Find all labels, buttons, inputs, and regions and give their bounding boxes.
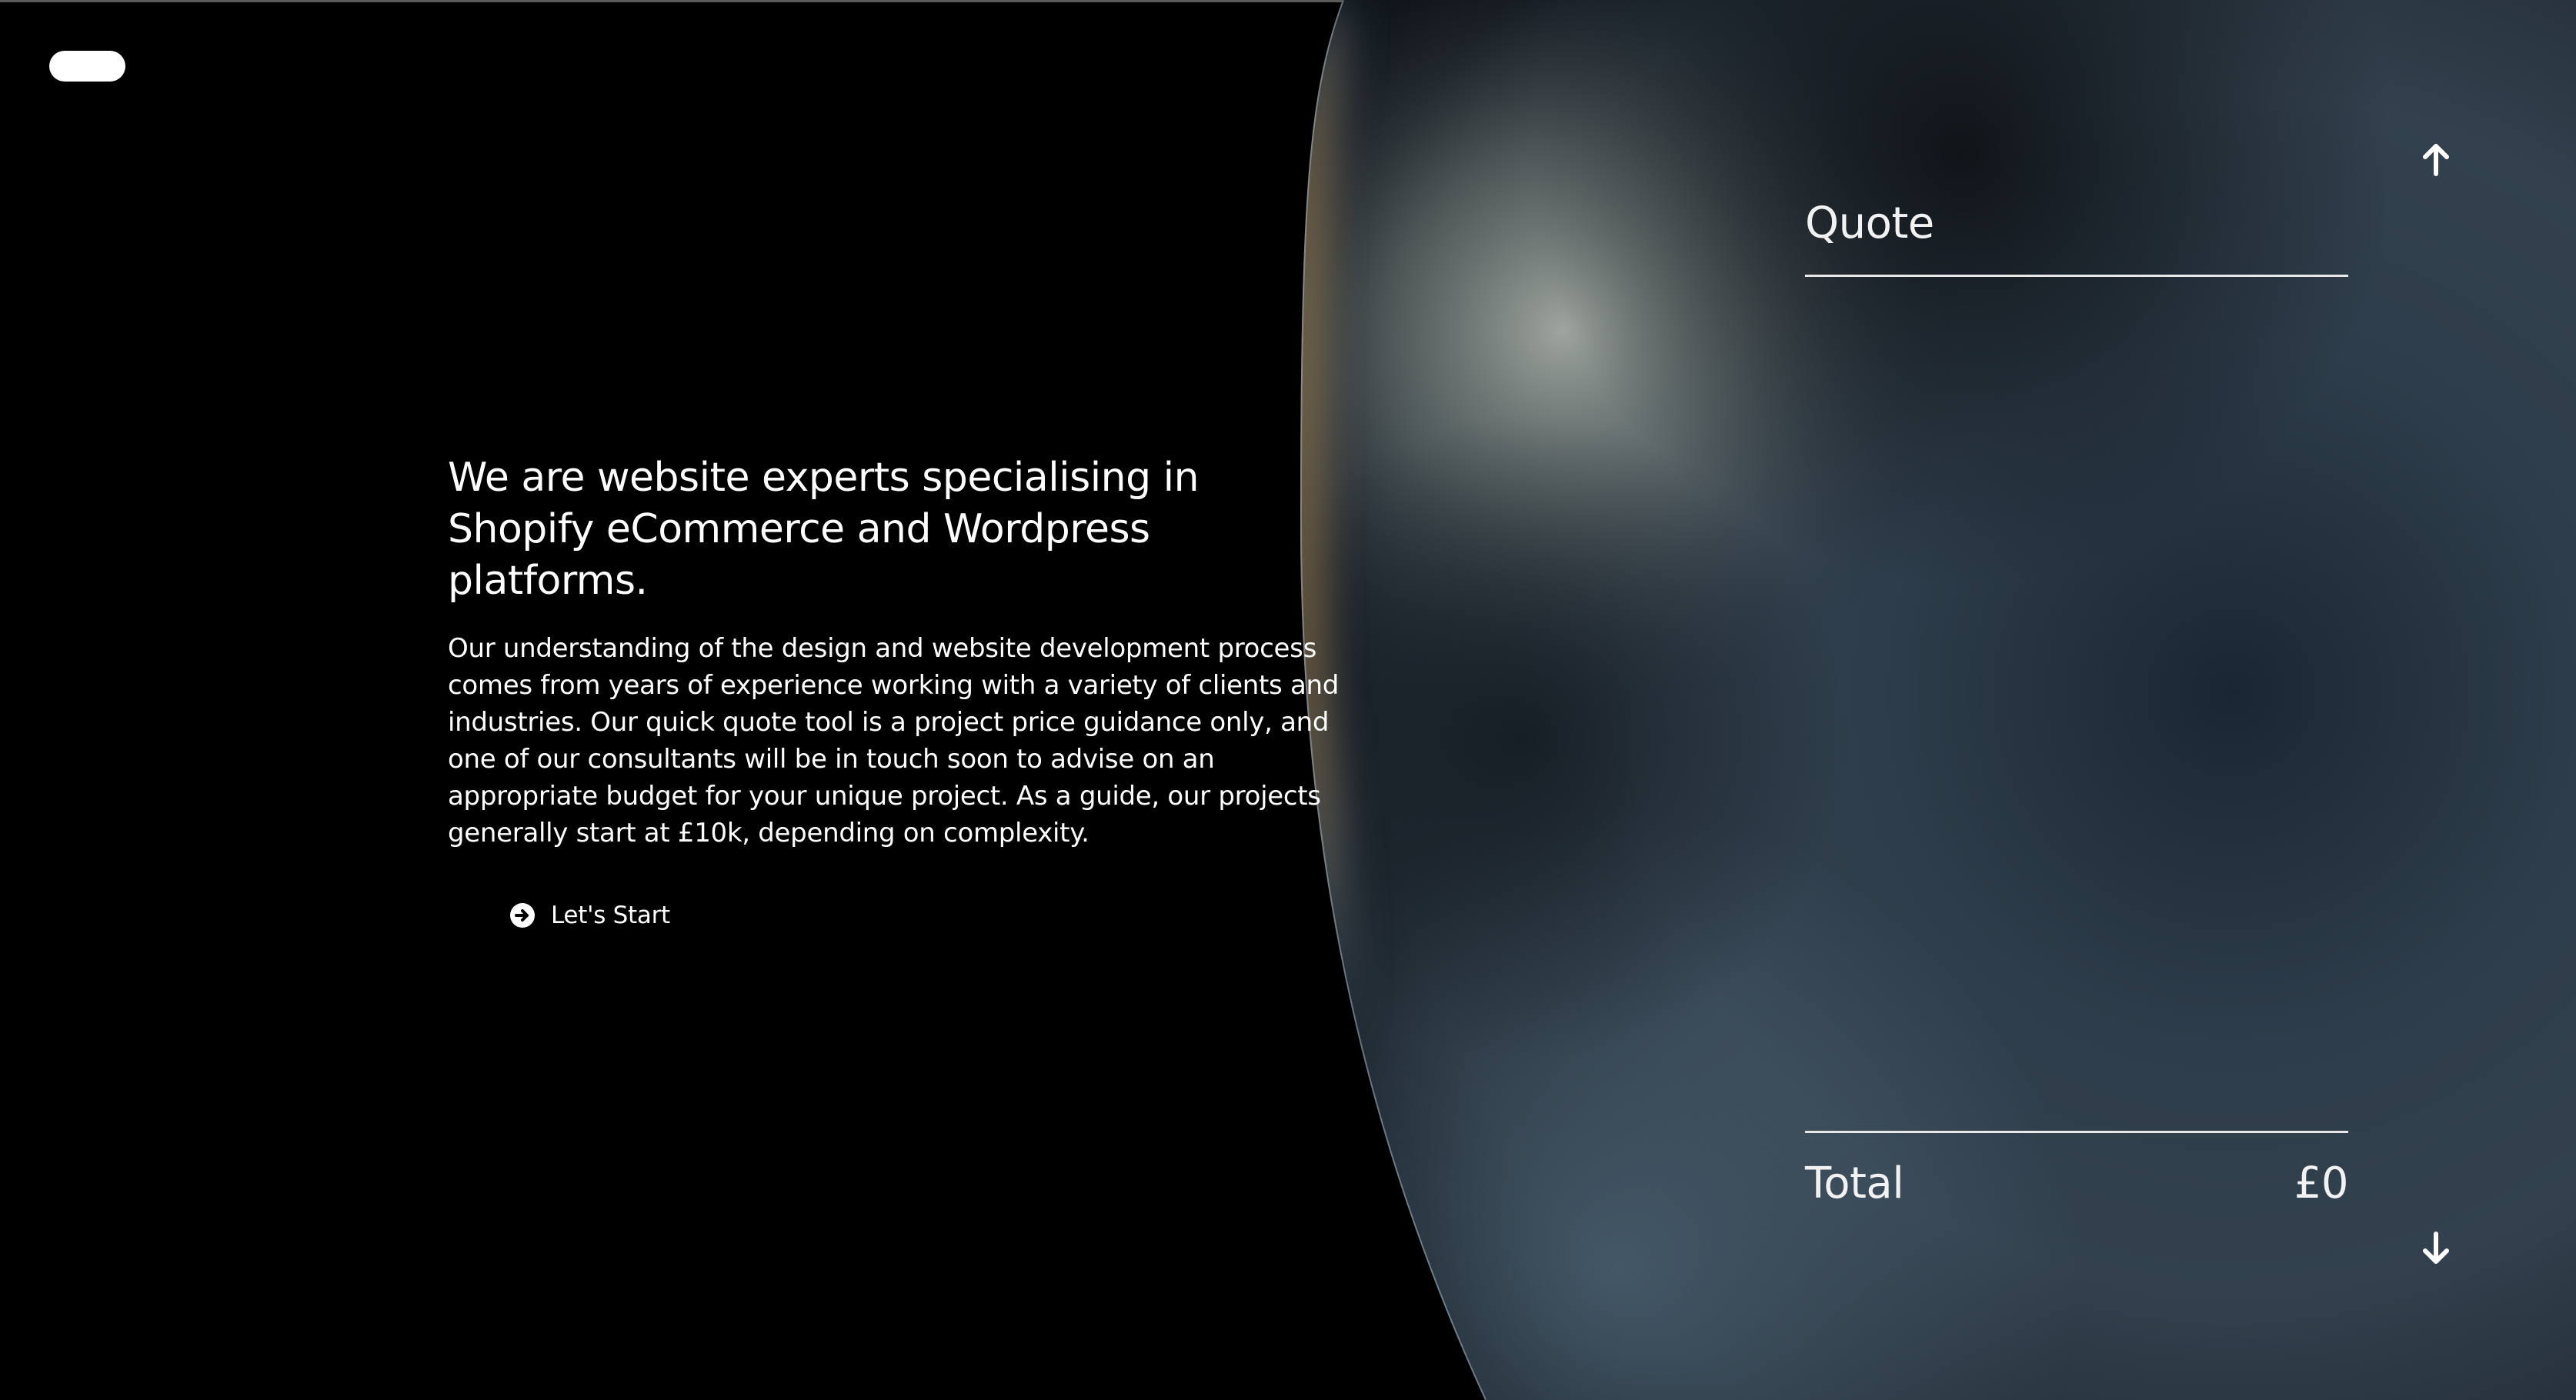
- scroll-up-button[interactable]: [2413, 137, 2459, 183]
- arrow-circle-right-icon: [510, 903, 535, 928]
- lets-start-button[interactable]: Let's Start: [509, 902, 670, 929]
- total-divider: [1805, 1131, 2348, 1133]
- quote-divider: [1805, 275, 2348, 277]
- hero-description: Our understanding of the design and webs…: [448, 633, 1340, 848]
- lets-start-label: Let's Start: [551, 902, 670, 929]
- arrow-down-icon: [2423, 1232, 2449, 1264]
- total-label: Total: [1805, 1158, 1904, 1208]
- total-value: £0: [2294, 1158, 2349, 1208]
- arrow-up-icon: [2423, 144, 2449, 176]
- hero-section: We are website experts specialising in S…: [448, 452, 1371, 852]
- scroll-down-button[interactable]: [2413, 1225, 2459, 1271]
- hero-heading: We are website experts specialising in S…: [448, 455, 1200, 604]
- menu-button[interactable]: [49, 51, 125, 82]
- quote-title: Quote: [1805, 198, 1934, 248]
